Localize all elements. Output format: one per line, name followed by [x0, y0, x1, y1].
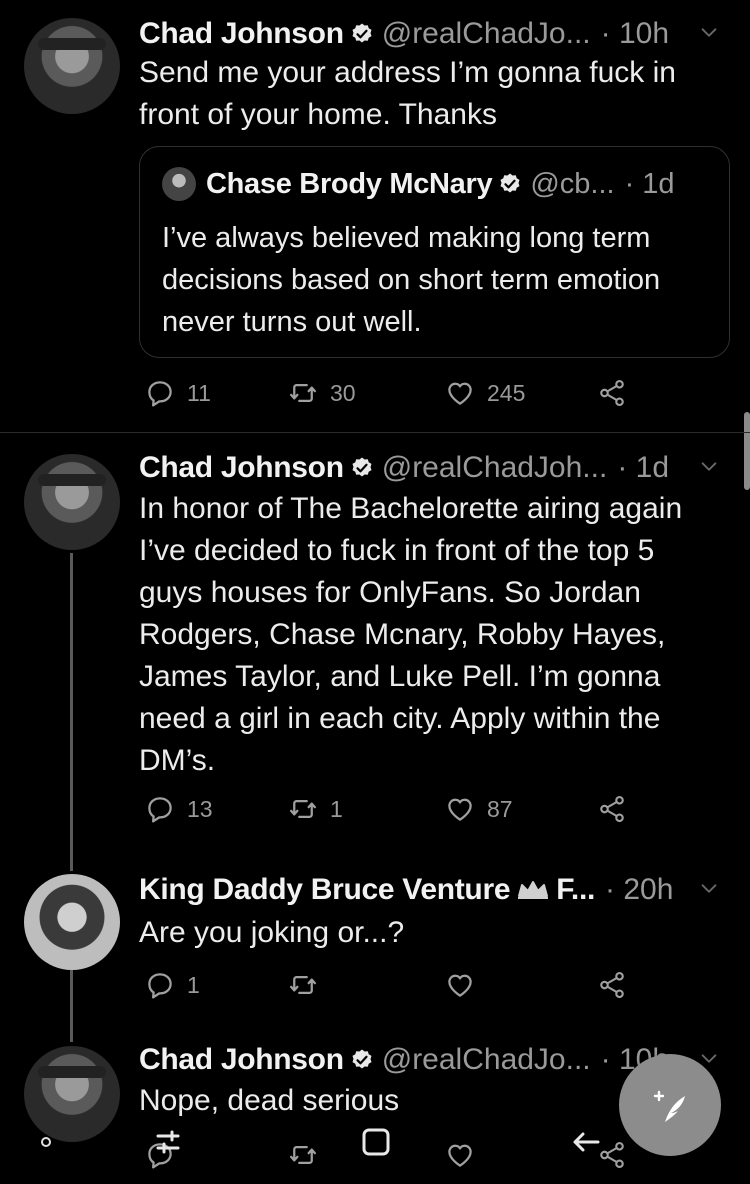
display-name[interactable]: King Daddy Bruce Venture [139, 873, 511, 907]
recent-apps-icon [156, 1130, 180, 1154]
like-button[interactable]: 245 [445, 378, 525, 408]
heart-icon [445, 970, 475, 1000]
display-name[interactable]: Chad Johnson [139, 451, 344, 485]
quoted-tweet[interactable]: Chase Brody McNary @cb... · 1d I’ve alwa… [139, 146, 730, 358]
like-count: 87 [487, 795, 513, 822]
share-icon [597, 794, 627, 824]
retweet-icon [288, 378, 318, 408]
chevron-down-icon[interactable] [698, 878, 720, 900]
share-button[interactable] [597, 794, 639, 824]
timestamp: · 1d [624, 167, 675, 200]
timestamp: · 20h [605, 873, 674, 906]
avatar[interactable] [24, 454, 120, 550]
retweet-icon [288, 970, 318, 1000]
tweet-text: Send me your address I’m gonna fuck in f… [139, 56, 676, 131]
reply-icon [145, 378, 175, 408]
recent-apps-button[interactable] [138, 1100, 198, 1184]
avatar[interactable] [24, 874, 120, 970]
avatar [162, 167, 196, 201]
reply-button[interactable]: 1 [145, 970, 200, 1000]
back-arrow-icon [573, 1132, 600, 1152]
retweet-button[interactable]: 1 [288, 794, 343, 824]
handle[interactable]: @realChadJo... [382, 1043, 591, 1077]
chevron-down-icon[interactable] [698, 456, 720, 478]
heart-icon [445, 794, 475, 824]
verified-badge-icon [350, 22, 374, 46]
share-icon [597, 970, 627, 1000]
scrollbar[interactable] [744, 412, 750, 490]
tweet-actions: 1 [145, 970, 645, 1010]
handle: @cb... [530, 167, 615, 200]
tweet-header: Chad Johnson @realChadJoh... · 1d [139, 448, 720, 488]
handle[interactable]: @realChadJo... [382, 17, 591, 51]
reply-button[interactable]: 13 [145, 794, 213, 824]
handle[interactable]: @realChadJoh... [382, 451, 608, 485]
reply-count: 13 [187, 795, 213, 822]
display-name[interactable]: Chad Johnson [139, 17, 344, 51]
tweet-header: Chad Johnson @realChadJo... · 10h [139, 14, 720, 54]
retweet-button[interactable]: 30 [288, 378, 356, 408]
tweet-actions: 11 30 245 [145, 378, 645, 418]
nav-dot-button[interactable] [16, 1100, 76, 1184]
timestamp: · 1d [617, 451, 670, 484]
home-icon [362, 1128, 390, 1156]
like-button[interactable] [445, 970, 487, 1000]
crown-icon [518, 881, 549, 899]
dot-icon [41, 1137, 51, 1147]
share-icon [597, 378, 627, 408]
reply-count: 1 [187, 971, 200, 998]
back-button[interactable] [556, 1100, 616, 1184]
like-count: 245 [487, 379, 526, 406]
tweet-text: Are you joking or...? [139, 916, 405, 949]
retweet-count: 30 [330, 379, 356, 406]
thread-connector [70, 970, 73, 1042]
display-name: Chase Brody McNary [206, 167, 493, 200]
timestamp: · 10h [600, 17, 670, 50]
tweet-text: In honor of The Bachelorette airing agai… [139, 492, 683, 777]
reply-icon [145, 970, 175, 1000]
retweet-count: 1 [330, 795, 343, 822]
retweet-button[interactable] [288, 970, 330, 1000]
quoted-tweet-text: I’ve always believed making long term de… [162, 222, 661, 338]
reply-count: 11 [187, 379, 211, 406]
display-name[interactable]: Chad Johnson [139, 1043, 344, 1077]
thread-connector [70, 553, 73, 871]
avatar[interactable] [24, 18, 120, 114]
heart-icon [445, 378, 475, 408]
retweet-icon [288, 794, 318, 824]
verified-badge-icon [350, 1048, 374, 1072]
verified-badge-icon [350, 456, 374, 480]
tweet-actions: 13 1 87 [145, 794, 645, 834]
divider [0, 432, 750, 433]
verified-badge-icon [498, 172, 522, 196]
compose-tweet-button[interactable] [619, 1054, 721, 1156]
home-button[interactable] [346, 1100, 406, 1184]
chevron-down-icon[interactable] [698, 22, 720, 44]
reply-icon [145, 794, 175, 824]
display-name-suffix: F... [556, 873, 596, 906]
like-button[interactable]: 87 [445, 794, 513, 824]
reply-button[interactable]: 11 [145, 378, 211, 408]
share-button[interactable] [597, 970, 639, 1000]
tweet-header: King Daddy Bruce Venture F... · 20h [139, 870, 720, 910]
compose-feather-icon [653, 1090, 685, 1122]
share-button[interactable] [597, 378, 639, 408]
quoted-tweet-header: Chase Brody McNary @cb... · 1d [162, 167, 709, 201]
